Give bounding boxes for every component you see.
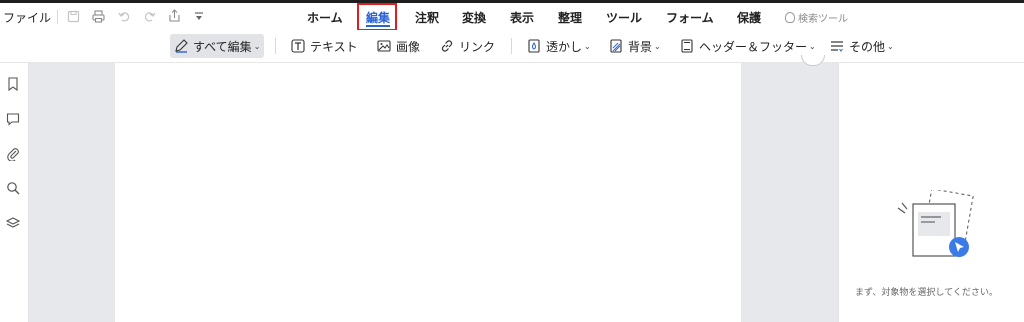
text-box-icon [291, 39, 305, 53]
more-label: その他 [849, 39, 886, 54]
search-icon[interactable] [6, 181, 20, 195]
header-footer-label: ヘッダー＆フッター [699, 39, 808, 54]
watermark-label: 透かし [546, 39, 583, 54]
edit-all-label: すべて編集 [193, 39, 252, 54]
background-button[interactable]: 背景 ⌄ [609, 34, 661, 58]
layers-icon[interactable] [6, 216, 20, 230]
watermark-button[interactable]: 透かし ⌄ [527, 34, 591, 58]
header-footer-button[interactable]: ヘッダー＆フッター ⌄ [680, 34, 816, 58]
text-button[interactable]: テキスト [291, 34, 358, 58]
print-icon[interactable] [92, 10, 105, 23]
comment-icon[interactable] [6, 112, 20, 126]
attachment-icon[interactable] [6, 147, 20, 161]
select-object-message: まず、対象物を選択してください。 [855, 288, 998, 298]
undo-icon[interactable] [118, 10, 131, 23]
toolbar-divider [511, 38, 512, 54]
toolbar-divider [275, 38, 276, 54]
background-icon [610, 39, 622, 53]
menu-bar: ファイル ホーム 編集 注釈 変換 表示 整理 ツール フォーム 保護 検索ツー… [0, 3, 1024, 31]
edit-toolbar: すべて編集 ⌄ テキスト 画像 リンク 透かし ⌄ 背景 ⌄ ヘッダー＆フッター… [0, 30, 1024, 63]
bookmark-icon[interactable] [6, 77, 20, 91]
tab-home[interactable]: ホーム [307, 9, 343, 26]
tab-convert[interactable]: 変換 [462, 9, 486, 26]
chevron-down-icon: ⌄ [887, 41, 894, 51]
select-object-illustration [897, 190, 974, 257]
link-icon [441, 40, 453, 52]
document-page[interactable] [115, 63, 741, 322]
tab-annotate[interactable]: 注釈 [415, 9, 439, 26]
header-footer-icon [681, 39, 693, 53]
search-tools-label: 検索ツール [798, 14, 848, 25]
chevron-down-icon: ⌄ [253, 41, 261, 51]
image-button[interactable]: 画像 [377, 34, 420, 58]
tab-organize[interactable]: 整理 [558, 9, 582, 26]
dropdown-icon[interactable] [194, 12, 204, 22]
chevron-down-icon: ⌄ [654, 41, 661, 51]
left-sidebar [0, 63, 29, 322]
more-lines-icon [831, 41, 843, 52]
tab-view[interactable]: 表示 [510, 9, 534, 26]
chevron-down-icon: ⌄ [809, 41, 816, 51]
text-label: テキスト [310, 39, 358, 54]
more-button[interactable]: その他 ⌄ [830, 34, 894, 58]
lightbulb-icon [785, 12, 795, 23]
link-button[interactable]: リンク [440, 34, 495, 58]
menu-divider [57, 10, 58, 24]
link-label: リンク [459, 39, 496, 54]
edit-all-button[interactable]: すべて編集 ⌄ [170, 34, 265, 58]
redo-icon[interactable] [143, 10, 156, 23]
background-label: 背景 [628, 39, 653, 54]
image-icon [377, 40, 391, 52]
watermark-icon [528, 39, 540, 53]
save-icon[interactable] [67, 10, 80, 23]
search-tools[interactable]: 検索ツール [785, 10, 848, 25]
tab-forms[interactable]: フォーム [666, 9, 714, 26]
tab-protect[interactable]: 保護 [737, 9, 761, 26]
tab-tools[interactable]: ツール [606, 9, 642, 26]
highlight-box [357, 3, 397, 31]
image-label: 画像 [396, 39, 421, 54]
share-icon[interactable] [168, 9, 181, 23]
file-menu[interactable]: ファイル [3, 9, 51, 26]
pencil-icon [175, 39, 188, 53]
chevron-down-icon: ⌄ [584, 41, 591, 51]
